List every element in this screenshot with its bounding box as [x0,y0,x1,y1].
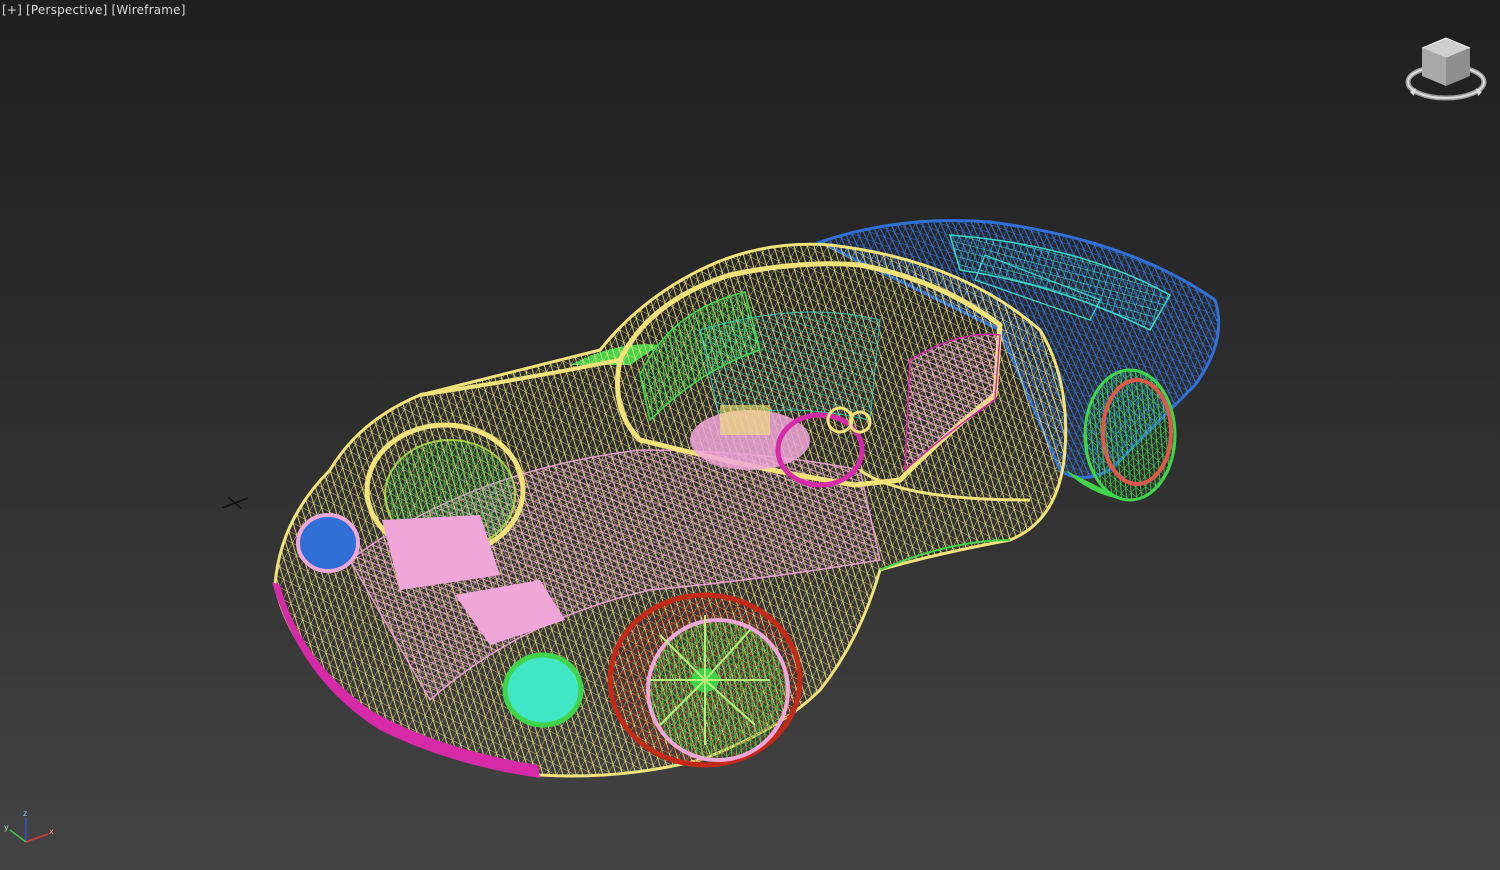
front-headlight-left [296,513,360,573]
wireframe-car-model[interactable] [0,0,1500,870]
axis-x-label: x [49,827,54,836]
viewcube-icon[interactable] [1400,30,1492,106]
axis-tripod-icon: z x y [4,809,54,843]
axis-z-label: z [23,809,27,818]
axis-y-label: y [4,823,9,832]
perspective-viewport[interactable]: [+] [Perspective] [Wireframe] z x y [0,0,1500,870]
front-headlight-right [502,652,584,728]
rear-wheel [1083,368,1177,502]
pivot-marker-icon [221,496,249,510]
